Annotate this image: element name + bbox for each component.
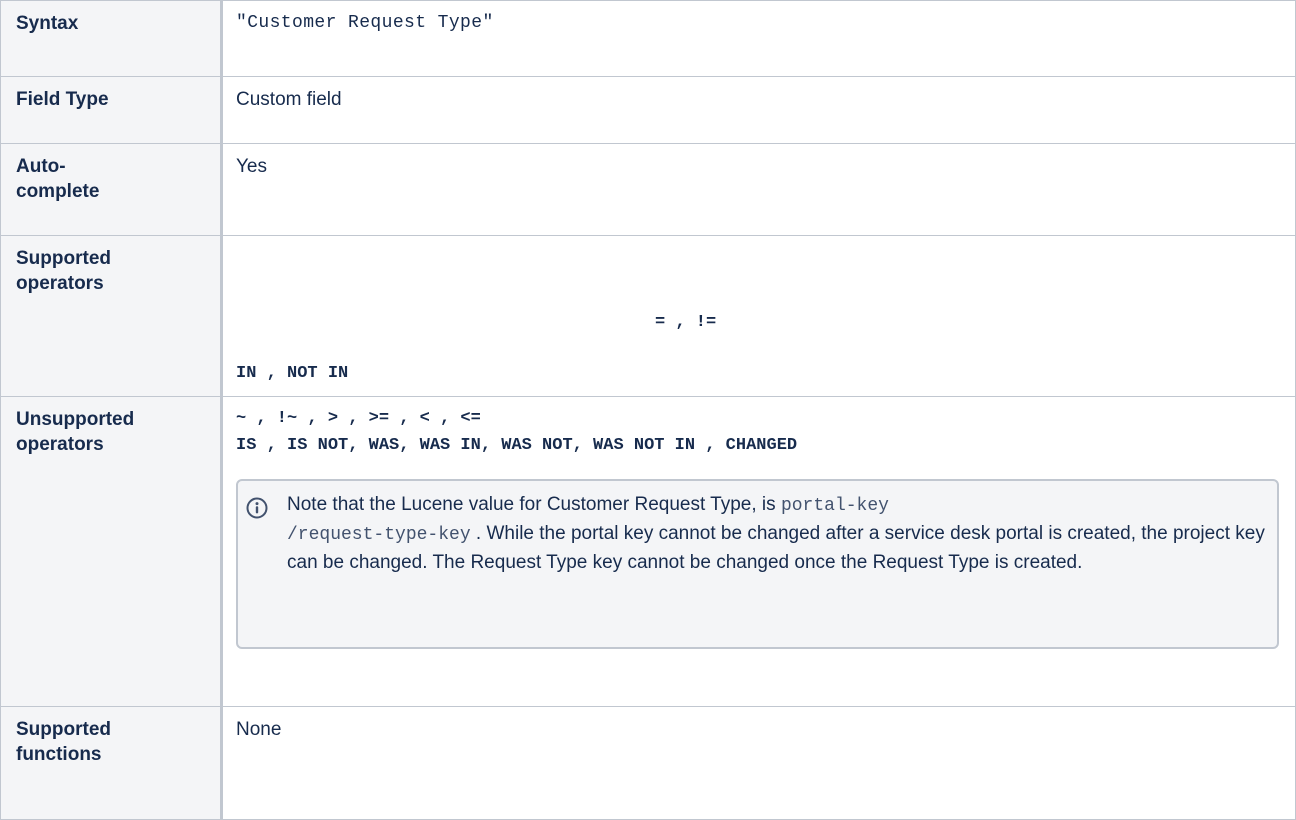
auto-complete-header-cell: Auto- complete: [0, 143, 223, 236]
unsupported-operators-row: Unsupported operators ~ , !~ , > , >= , …: [0, 396, 1296, 707]
supported-operators-label: Supported operators: [1, 236, 220, 296]
syntax-header-cell: Syntax: [0, 0, 223, 77]
supported-operators-line1: = , !=: [655, 313, 717, 332]
supported-functions-label: Supported functions: [1, 707, 220, 767]
auto-complete-label: Auto- complete: [1, 144, 220, 204]
note-code-request-type-key: /request-type-key: [287, 525, 471, 545]
supported-operators-header-cell: Supported operators: [0, 235, 223, 397]
unsupported-operators-label-line2: operators: [16, 434, 104, 455]
note-text-before: Note that the Lucene value for Customer …: [287, 494, 781, 515]
syntax-value: "Customer Request Type": [236, 13, 494, 33]
auto-complete-value: Yes: [236, 156, 267, 177]
field-reference-table: Syntax "Customer Request Type" Field Typ…: [0, 0, 1296, 820]
field-type-value-cell: Custom field: [221, 76, 1296, 144]
supported-operators-value-cell: = , != IN , NOT IN: [221, 235, 1296, 397]
info-note-text: Note that the Lucene value for Customer …: [287, 491, 1277, 576]
syntax-row: Syntax "Customer Request Type": [0, 0, 1296, 77]
syntax-value-cell: "Customer Request Type": [221, 0, 1296, 77]
unsupported-operators-header-cell: Unsupported operators: [0, 396, 223, 707]
unsupported-operators-line1: ~ , !~ , > , >= , < , <=: [236, 409, 481, 428]
supported-functions-label-line1: Supported: [16, 719, 111, 740]
field-type-row: Field Type Custom field: [0, 76, 1296, 144]
info-icon: [246, 497, 268, 519]
field-type-value: Custom field: [236, 89, 342, 110]
field-type-label: Field Type: [16, 89, 109, 110]
unsupported-operators-value-cell: ~ , !~ , > , >= , < , <= IS , IS NOT, WA…: [221, 396, 1296, 707]
supported-functions-value: None: [236, 719, 282, 740]
auto-complete-row: Auto- complete Yes: [0, 143, 1296, 236]
auto-complete-value-cell: Yes: [221, 143, 1296, 236]
supported-functions-row: Supported functions None: [0, 706, 1296, 820]
supported-operators-line2: IN , NOT IN: [236, 364, 349, 383]
unsupported-operators-line2: IS , IS NOT, WAS, WAS IN, WAS NOT, WAS N…: [236, 436, 798, 455]
info-note-panel: Note that the Lucene value for Customer …: [236, 479, 1279, 649]
syntax-label: Syntax: [16, 13, 79, 34]
auto-complete-label-line2: complete: [16, 181, 100, 202]
unsupported-operators-label: Unsupported operators: [1, 397, 220, 457]
auto-complete-label-line1: Auto-: [16, 156, 66, 177]
supported-functions-header-cell: Supported functions: [0, 706, 223, 820]
field-type-header-cell: Field Type: [0, 76, 223, 144]
supported-operators-row: Supported operators = , != IN , NOT IN: [0, 235, 1296, 397]
unsupported-operators-label-line1: Unsupported: [16, 409, 135, 430]
note-code-portal-key: portal-key: [780, 496, 889, 516]
supported-operators-label-line2: operators: [16, 273, 104, 294]
supported-functions-label-line2: functions: [16, 744, 102, 765]
supported-functions-value-cell: None: [221, 706, 1296, 820]
supported-operators-label-line1: Supported: [16, 248, 111, 269]
